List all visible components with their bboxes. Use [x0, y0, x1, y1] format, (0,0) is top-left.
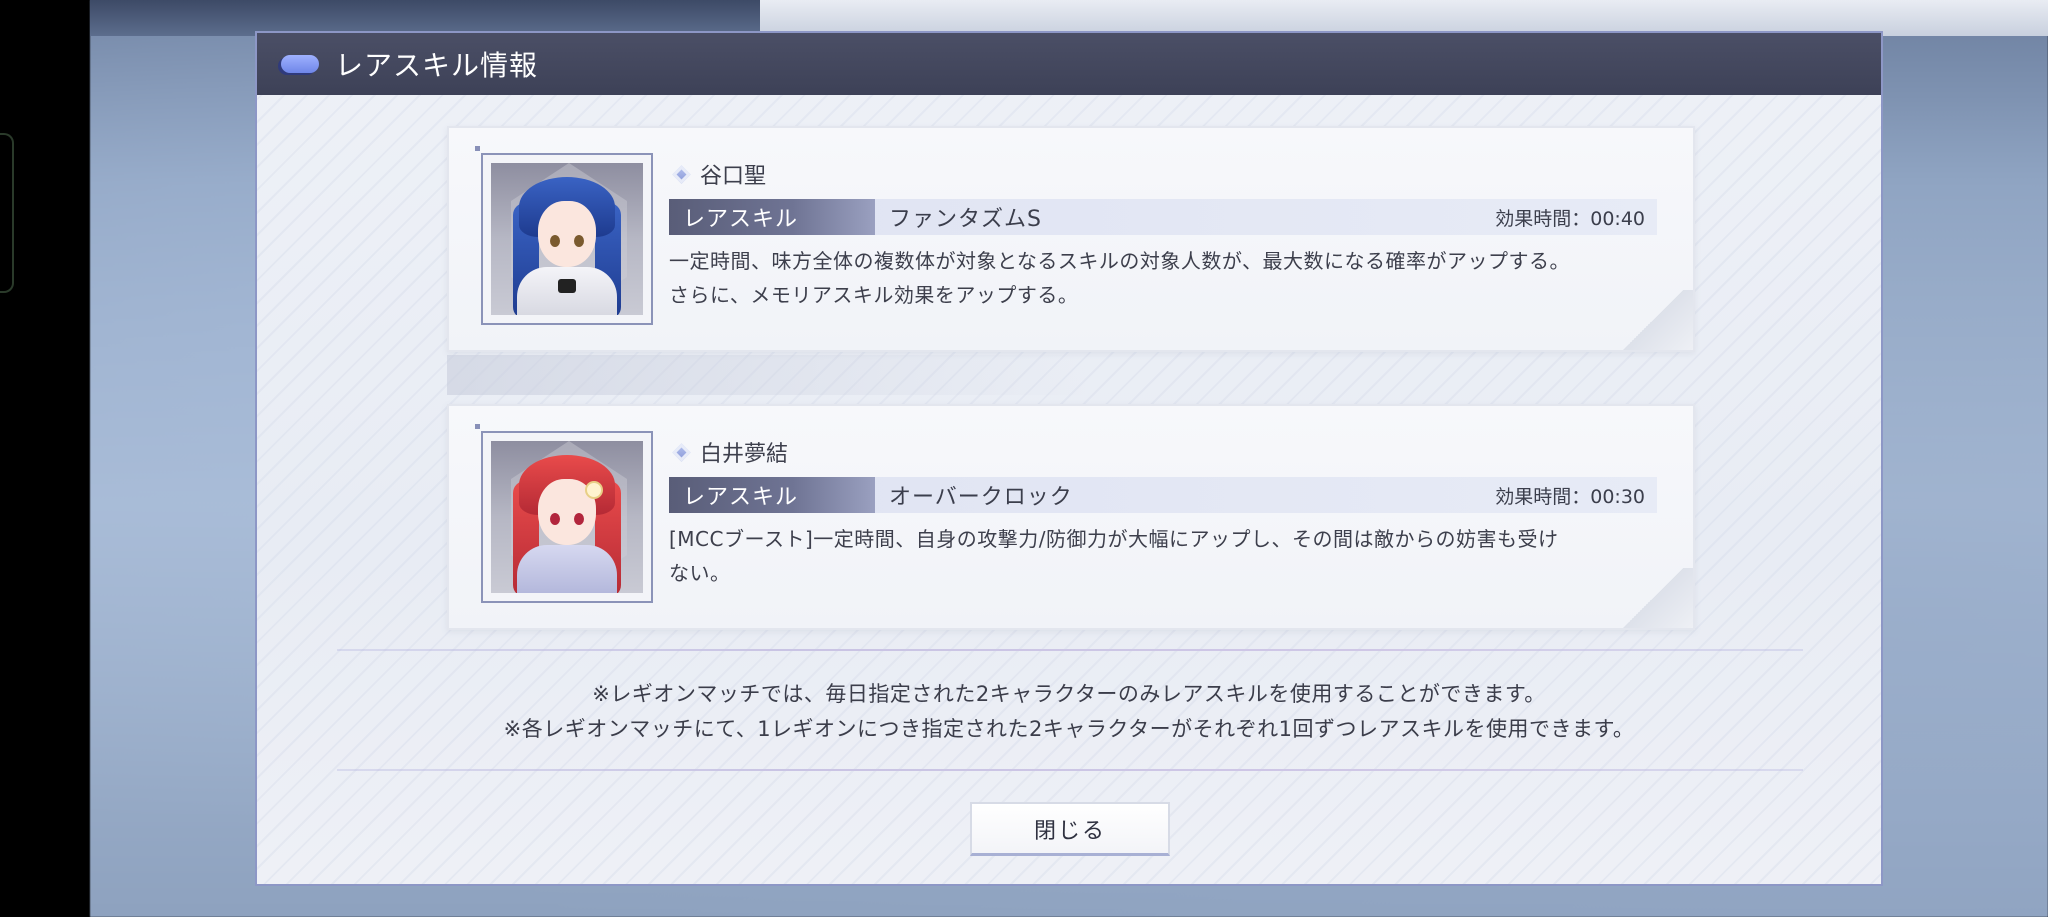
note-line: ※レギオンマッチでは、毎日指定された2キャラクターのみレアスキルを使用することが…: [592, 682, 1546, 706]
rare-skill-tag: レアスキル: [669, 477, 875, 513]
character-name: 白井夢結: [700, 442, 789, 467]
skill-bar: レアスキル ファンタズムS 効果時間：00:40: [669, 199, 1657, 235]
rare-skill-tag: レアスキル: [669, 199, 875, 235]
corner-marker: [475, 146, 480, 151]
skill-name: オーバークロック: [889, 485, 1073, 510]
character-portrait: [481, 153, 653, 325]
divider: [337, 769, 1803, 771]
rare-skill-dialog: レアスキル情報 谷口聖 レアスキル ファンタズムS 効果時間：00:40 一定時…: [255, 31, 1883, 886]
notes: ※レギオンマッチでは、毎日指定された2キャラクターのみレアスキルを使用することが…: [257, 677, 1881, 747]
description-line: [MCCブースト]一定時間、自身の攻撃力/防御力が大幅にアップし、その間は敵から…: [669, 527, 1559, 551]
note-line: ※各レギオンマッチにて、1レギオンにつき指定された2キャラクターがそれぞれ1回ず…: [503, 717, 1635, 741]
description-line: 一定時間、味方全体の複数体が対象となるスキルの対象人数が、最大数になる確率がアッ…: [669, 249, 1570, 273]
skill-name: ファンタズムS: [889, 207, 1042, 232]
diamond-icon: [672, 164, 691, 184]
effect-time: 効果時間：00:40: [1495, 207, 1645, 230]
dialog-header: レアスキル情報: [257, 33, 1881, 95]
page-fold-decoration: [1613, 568, 1693, 628]
divider: [337, 649, 1803, 651]
corner-marker: [475, 424, 480, 429]
page-fold-decoration: [1613, 290, 1693, 350]
skill-bar: レアスキル オーバークロック 効果時間：00:30: [669, 477, 1657, 513]
character-name-row: 谷口聖: [671, 158, 766, 190]
device-notch: [0, 133, 14, 293]
character-name-row: 白井夢結: [671, 436, 788, 468]
skill-card: 白井夢結 レアスキル オーバークロック 効果時間：00:30 [MCCブースト]…: [447, 404, 1695, 630]
effect-time: 効果時間：00:30: [1495, 485, 1645, 508]
skill-card: 谷口聖 レアスキル ファンタズムS 効果時間：00:40 一定時間、味方全体の複…: [447, 126, 1695, 352]
left-black-bar: [0, 0, 90, 917]
decorative-strip: [447, 355, 1087, 395]
close-button[interactable]: 閉じる: [970, 802, 1170, 856]
character-name: 谷口聖: [700, 164, 767, 189]
description-line: さらに、メモリアスキル効果をアップする。: [669, 283, 1079, 307]
capsule-icon: [281, 55, 319, 73]
dialog-title: レアスキル情報: [335, 49, 539, 82]
character-portrait: [481, 431, 653, 603]
diamond-icon: [672, 442, 691, 462]
skill-description: [MCCブースト]一定時間、自身の攻撃力/防御力が大幅にアップし、その間は敵から…: [669, 522, 1669, 590]
skill-description: 一定時間、味方全体の複数体が対象となるスキルの対象人数が、最大数になる確率がアッ…: [669, 244, 1669, 312]
description-line: ない。: [669, 561, 731, 585]
